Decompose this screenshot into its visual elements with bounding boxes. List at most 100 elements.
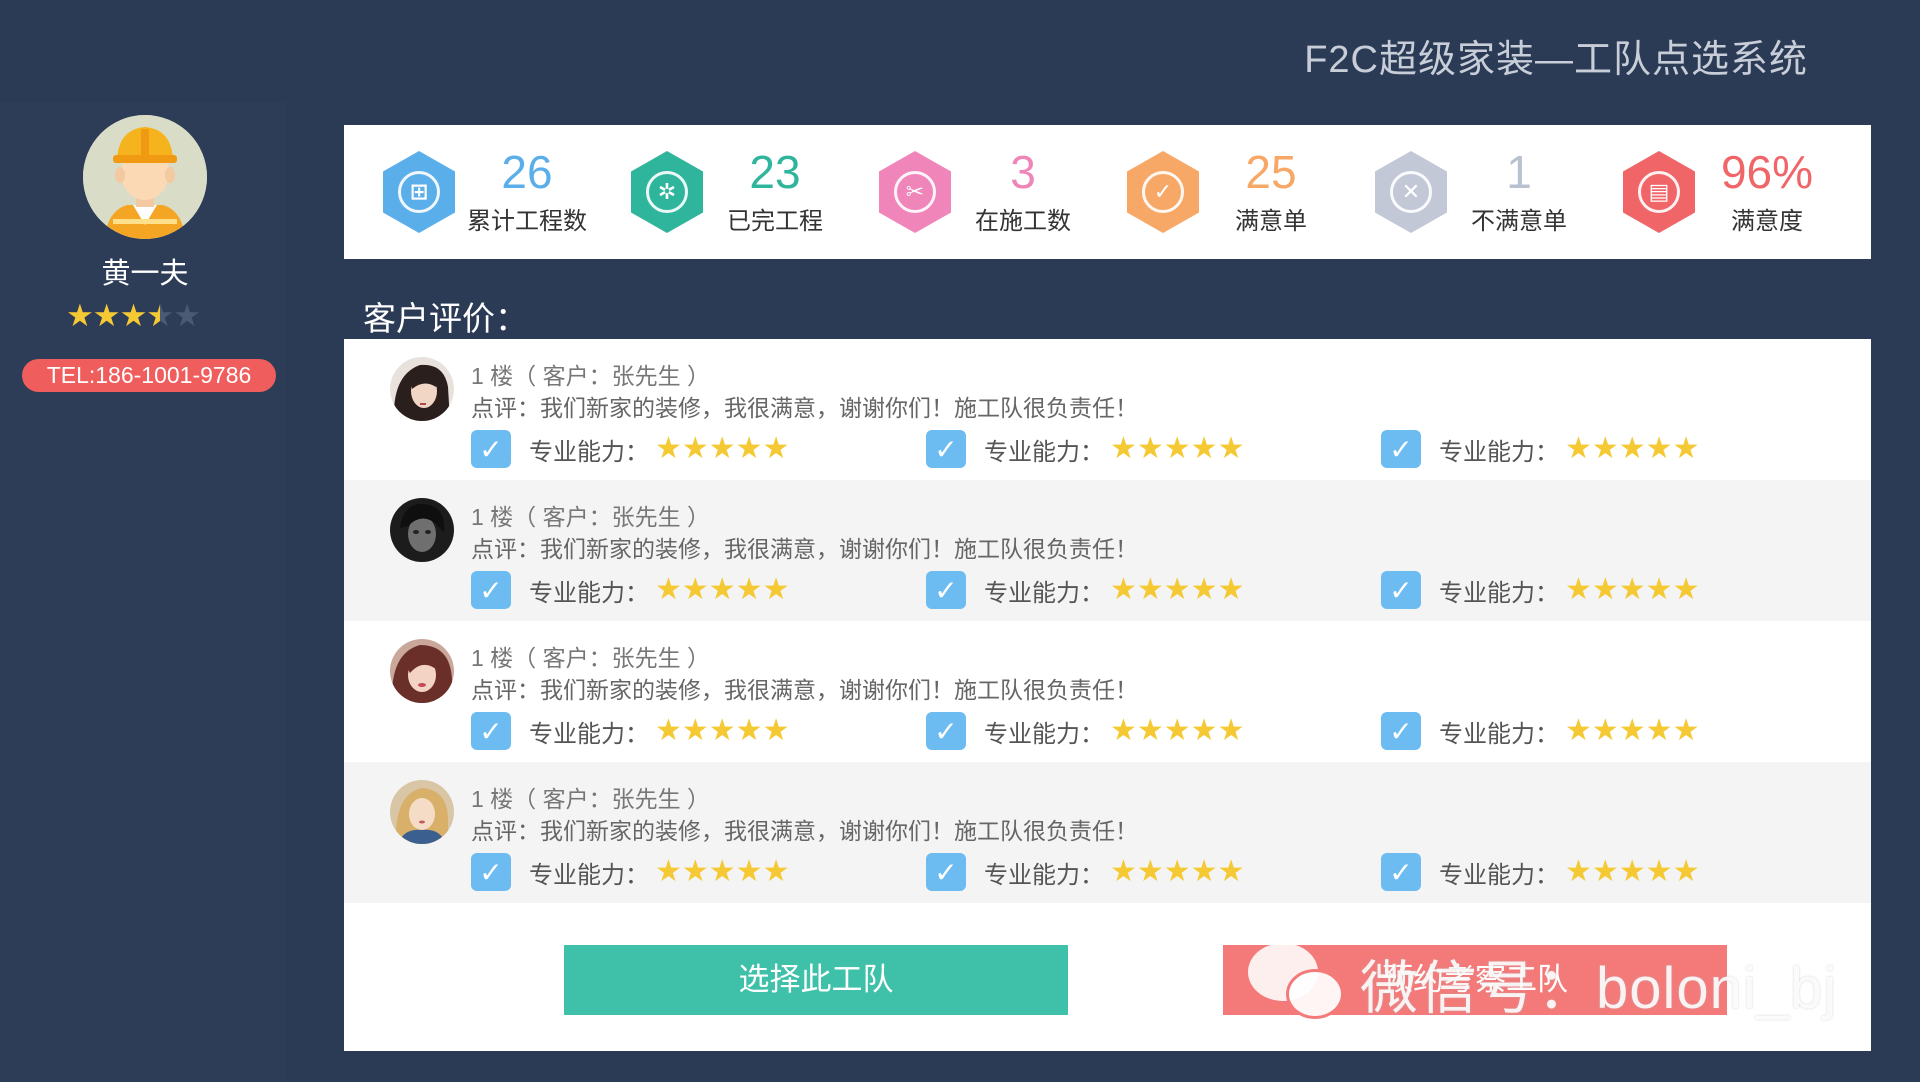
- rating-label: 专业能力：: [984, 579, 1104, 607]
- stat-label: 满意单: [1235, 208, 1307, 235]
- stat-label: 累计工程数: [467, 208, 587, 235]
- rating-item: ✓ 专业能力： ★★★★★: [1381, 853, 1699, 891]
- checkbox-checked-icon[interactable]: ✓: [1381, 853, 1421, 891]
- app-root: F2C超级家装—工队点选系统 黄一夫 ★★★★ ★★ TEL:186-1001-…: [0, 0, 1920, 1082]
- stat-satisfied: ✓ 25 满意单: [1088, 125, 1336, 259]
- rating-item: ✓ 专业能力： ★★★★★: [926, 853, 1244, 891]
- checkbox-checked-icon[interactable]: ✓: [1381, 712, 1421, 750]
- rating-label: 专业能力：: [529, 579, 649, 607]
- rating-stars: ★★★★★: [1565, 432, 1700, 465]
- review-comment: 点评：我们新家的装修，我很满意，谢谢你们！施工队很负责任！: [471, 536, 1138, 562]
- rating-item: ✓ 专业能力： ★★★★★: [471, 712, 789, 750]
- review-item: 1 楼（ 客户：张先生 ） 点评：我们新家的装修，我很满意，谢谢你们！施工队很负…: [344, 621, 1871, 762]
- rating-stars: ★★★★★: [1110, 432, 1245, 465]
- review-floor: 1 楼（ 客户：张先生 ）: [471, 645, 710, 671]
- review-item: 1 楼（ 客户：张先生 ） 点评：我们新家的装修，我很满意，谢谢你们！施工队很负…: [344, 762, 1871, 903]
- wechat-watermark: 微信号：boloni_bj: [1248, 938, 1837, 1028]
- stat-unsatisfied: ✕ 1 不满意单: [1336, 125, 1584, 259]
- rating-stars: ★★★★★: [655, 573, 790, 606]
- checkbox-checked-icon[interactable]: ✓: [926, 712, 966, 750]
- app-title: F2C超级家装—工队点选系统: [1304, 39, 1808, 81]
- stat-label: 不满意单: [1471, 208, 1567, 235]
- rating-item: ✓ 专业能力： ★★★★★: [1381, 571, 1699, 609]
- select-team-button[interactable]: 选择此工队: [564, 945, 1068, 1015]
- document-icon: ▤: [1623, 151, 1695, 233]
- wechat-icon: [1248, 939, 1348, 1027]
- rating-item: ✓ 专业能力： ★★★★★: [926, 430, 1244, 468]
- worker-rating-stars: ★★★★ ★: [66, 298, 201, 333]
- tools-icon: ✂: [879, 151, 951, 233]
- review-floor: 1 楼（ 客户：张先生 ）: [471, 363, 710, 389]
- worker-name: 黄一夫: [101, 258, 189, 290]
- checkbox-checked-icon[interactable]: ✓: [1381, 571, 1421, 609]
- rating-item: ✓ 专业能力： ★★★★★: [1381, 430, 1699, 468]
- stat-in-progress: ✂ 3 在施工数: [840, 125, 1088, 259]
- rating-stars: ★★★★★: [1110, 714, 1245, 747]
- checkbox-checked-icon[interactable]: ✓: [471, 430, 511, 468]
- stat-value: 25: [1245, 146, 1297, 198]
- empty-star-icon: ★: [173, 298, 201, 333]
- star-icon: ★: [119, 298, 148, 333]
- rating-stars: ★★★★★: [655, 714, 790, 747]
- rating-item: ✓ 专业能力： ★★★★★: [471, 571, 789, 609]
- stat-label: 在施工数: [975, 208, 1071, 235]
- rating-item: ✓ 专业能力： ★★★★★: [1381, 712, 1699, 750]
- review-item: 1 楼（ 客户：张先生 ） 点评：我们新家的装修，我很满意，谢谢你们！施工队很负…: [344, 339, 1871, 480]
- stat-total-projects: ⊞ 26 累计工程数: [344, 125, 592, 259]
- worker-profile-sidebar: 黄一夫 ★★★★★ TEL:186-1001-9786: [0, 102, 286, 1082]
- stat-value: 96%: [1720, 146, 1814, 198]
- customer-avatar: [390, 780, 454, 844]
- rating-stars: ★★★★★: [1565, 714, 1700, 747]
- reviews-heading: 客户评价：: [363, 300, 528, 337]
- checkbox-checked-icon[interactable]: ✓: [1381, 430, 1421, 468]
- rating-label: 专业能力：: [984, 861, 1104, 889]
- rating-stars: ★★★★★: [1110, 573, 1245, 606]
- customer-avatar: [390, 498, 454, 562]
- rating-item: ✓ 专业能力： ★★★★★: [471, 430, 789, 468]
- rating-item: ✓ 专业能力： ★★★★★: [926, 712, 1244, 750]
- customer-avatar: [390, 639, 454, 703]
- grid-icon: ⊞: [383, 151, 455, 233]
- stat-label: 已完工程: [727, 208, 823, 235]
- checkbox-checked-icon[interactable]: ✓: [471, 712, 511, 750]
- rating-label: 专业能力：: [529, 861, 649, 889]
- rating-label: 专业能力：: [529, 438, 649, 466]
- stat-value: 3: [1010, 146, 1036, 198]
- rating-stars: ★★★★★: [1565, 855, 1700, 888]
- rating-label: 专业能力：: [1439, 579, 1559, 607]
- stat-satisfaction-rate: ▤ 96% 满意度: [1584, 125, 1832, 259]
- review-floor: 1 楼（ 客户：张先生 ）: [471, 504, 710, 530]
- stats-bar: ⊞ 26 累计工程数 ✲ 23 已完工程 ✂ 3 在施工数 ✓ 25 满意单 ✕…: [344, 125, 1871, 259]
- review-floor: 1 楼（ 客户：张先生 ）: [471, 786, 710, 812]
- rating-label: 专业能力：: [1439, 720, 1559, 748]
- rating-label: 专业能力：: [1439, 438, 1559, 466]
- stat-completed-projects: ✲ 23 已完工程: [592, 125, 840, 259]
- checkbox-checked-icon[interactable]: ✓: [926, 571, 966, 609]
- stat-value: 1: [1506, 146, 1532, 198]
- rating-label: 专业能力：: [984, 438, 1104, 466]
- rating-stars: ★★★★★: [655, 855, 790, 888]
- rating-item: ✓ 专业能力： ★★★★★: [926, 571, 1244, 609]
- stat-label: 满意度: [1731, 208, 1803, 235]
- rating-item: ✓ 专业能力： ★★★★★: [471, 853, 789, 891]
- half-star-icon: ★: [146, 300, 174, 331]
- review-comment: 点评：我们新家的装修，我很满意，谢谢你们！施工队很负责任！: [471, 677, 1138, 703]
- checkbox-checked-icon[interactable]: ✓: [471, 853, 511, 891]
- review-comment: 点评：我们新家的装修，我很满意，谢谢你们！施工队很负责任！: [471, 395, 1138, 421]
- customer-avatar: [390, 357, 454, 421]
- gear-icon: ✲: [631, 151, 703, 233]
- tel-badge[interactable]: TEL:186-1001-9786: [22, 359, 276, 392]
- check-icon: ✓: [1127, 151, 1199, 233]
- worker-avatar: [83, 115, 207, 239]
- rating-label: 专业能力：: [1439, 861, 1559, 889]
- checkbox-checked-icon[interactable]: ✓: [926, 430, 966, 468]
- rating-label: 专业能力：: [984, 720, 1104, 748]
- rating-stars: ★★★★★: [655, 432, 790, 465]
- stat-value: 23: [749, 146, 801, 198]
- x-icon: ✕: [1375, 151, 1447, 233]
- review-item: 1 楼（ 客户：张先生 ） 点评：我们新家的装修，我很满意，谢谢你们！施工队很负…: [344, 480, 1871, 621]
- rating-stars: ★★★★★: [1110, 855, 1245, 888]
- stat-value: 26: [501, 146, 553, 198]
- checkbox-checked-icon[interactable]: ✓: [471, 571, 511, 609]
- checkbox-checked-icon[interactable]: ✓: [926, 853, 966, 891]
